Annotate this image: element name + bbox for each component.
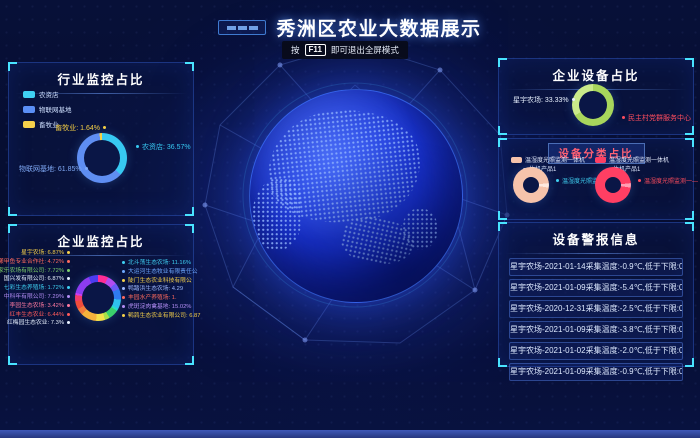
alarm-row: 星宇农场-2021-01-14采集温度:-0.9℃,低于下限:0℃ xyxy=(509,258,683,276)
legend-swatch xyxy=(23,121,35,128)
enterprise-share-label: 北斗荡生态农场: 11.16% xyxy=(119,261,191,267)
legend-item[interactable]: 农资店 xyxy=(23,89,72,99)
legend-label: 温湿度光照监测一体机 xyxy=(609,155,669,164)
panel-industry-monitor: 行业监控占比 农资店 物联网基地 畜牧业 xyxy=(8,62,194,216)
enterprise-labels-right: 北斗荡生态农场: 11.16% 大运河生态牧业有限责任公 陡门生态农业科技有限公… xyxy=(119,261,200,320)
corner-bracket xyxy=(498,138,507,147)
legend-item[interactable]: 温湿度光照监测一体机 xyxy=(595,155,669,164)
footer-bar xyxy=(0,430,700,438)
corner-bracket xyxy=(685,58,694,67)
donut-hole xyxy=(523,177,539,193)
panel-enterprise-monitor: 企业监控占比 星宇农场: 6.87% 石臼漾甲鱼专业合作社: 4.72% 家乐农… xyxy=(8,224,194,365)
legend-item[interactable]: 物联网基地 xyxy=(23,104,72,114)
corner-bracket xyxy=(685,358,694,367)
legend-swatch xyxy=(511,157,522,163)
brand-logo xyxy=(218,20,266,35)
corner-bracket xyxy=(185,356,194,365)
panel-title: 企业监控占比 xyxy=(9,231,193,250)
legend-label: 农资店 xyxy=(39,89,59,99)
alarm-row: 星宇农场-2020-12-31采集温度:-2.5℃,低于下限:0℃ xyxy=(509,300,683,318)
enterprise-share-label: 星宇农场: 6.87% xyxy=(21,251,73,257)
panel-device-classification: 设备分类占比 温湿度光照监测一体机 一体机产品1 温湿度光照监测一— 温湿度光照… xyxy=(498,138,694,220)
hint-suffix: 即可退出全屏模式 xyxy=(331,44,399,56)
donut-hole xyxy=(579,91,607,119)
corner-bracket xyxy=(185,62,194,71)
panel-device-alarms: 设备警报信息 星宇农场-2021-01-14采集温度:-0.9℃,低于下限:0℃… xyxy=(498,222,694,367)
enterprise-share-label: 石臼漾甲鱼专业合作社: 4.72% xyxy=(0,260,73,266)
corner-bracket xyxy=(685,211,694,220)
corner-bracket xyxy=(185,224,194,233)
f11-keycap: F11 xyxy=(305,44,326,56)
corner-bracket xyxy=(498,211,507,220)
divider xyxy=(505,253,687,254)
callout-label: 温湿度光照监测一— xyxy=(635,176,698,185)
fullscreen-hint: 按 F11 即可退出全屏模式 xyxy=(282,41,408,59)
corner-bracket xyxy=(8,207,17,216)
classification-donut-left[interactable] xyxy=(513,167,549,203)
callout-label: 畜牧业: 1.64% xyxy=(55,123,109,133)
corner-bracket xyxy=(8,62,17,71)
alarm-row: 星宇农场-2021-01-09采集温度:-5.4℃,低于下限:0℃ xyxy=(509,279,683,297)
corner-bracket xyxy=(498,222,507,231)
alarm-list: 星宇农场-2021-01-14采集温度:-0.9℃,低于下限:0℃ 星宇农场-2… xyxy=(499,258,693,381)
legend-swatch xyxy=(595,157,606,163)
enterprise-share-label: 红梅园生态农业: 7.3% xyxy=(7,321,73,327)
enterprise-share-label: 鸭踏浜生态农场: 4.29 xyxy=(119,287,183,293)
corner-bracket xyxy=(498,58,507,67)
panel-title: 行业监控占比 xyxy=(9,69,193,88)
enterprise-share-label: 中科年有限公司: 7.29% xyxy=(4,295,73,301)
header: 秀洲区农业大数据展示 xyxy=(0,14,700,41)
enterprise-share-label: 李园生态农场: 3.42% xyxy=(10,304,73,310)
corner-bracket xyxy=(498,358,507,367)
enterprise-share-label: 国兴发有限公司: 6.87% xyxy=(4,277,73,283)
enterprise-share-label: 七彩生态养殖场: 1.72% xyxy=(4,286,73,292)
panel-title: 设备警报信息 xyxy=(499,229,693,248)
enterprise-donut-chart[interactable] xyxy=(75,275,121,321)
legend-swatch xyxy=(23,91,35,98)
corner-bracket xyxy=(498,126,507,135)
donut-hole xyxy=(605,177,621,193)
hint-prefix: 按 xyxy=(291,44,300,56)
corner-bracket xyxy=(8,356,17,365)
enterprise-share-label: 家乐农场有限公司: 7.72% xyxy=(0,269,73,275)
legend-label: 温湿度光照监测一体机 xyxy=(525,155,585,164)
corner-bracket xyxy=(685,222,694,231)
corner-bracket xyxy=(685,126,694,135)
enterprise-share-label: 陡门生态农业科技有限公 xyxy=(119,279,192,285)
legend-label: 物联网基地 xyxy=(39,104,72,114)
earth-globe xyxy=(249,89,463,303)
corner-bracket xyxy=(685,138,694,147)
callout-label: 农资店: 36.57% xyxy=(133,142,191,152)
alarm-row: 星宇农场-2021-01-09采集温度:-0.9℃,低于下限:0℃ xyxy=(509,363,683,381)
enterprise-share-label: 大运河生态牧业有限责任公 xyxy=(119,270,198,276)
corner-bracket xyxy=(8,224,17,233)
classification-donut-right[interactable] xyxy=(595,167,631,203)
panel-equipment-ratio: 企业设备占比 星宇农场: 33.33% 民主村党群服务中心 xyxy=(498,58,694,135)
corner-bracket xyxy=(185,207,194,216)
legend-swatch xyxy=(23,106,35,113)
callout-label: 物联网基地: 61.85% xyxy=(19,164,91,174)
dashboard: 秀洲区农业大数据展示 按 F11 即可退出全屏模式 行业监控占比 农资店 物联网… xyxy=(0,0,700,438)
callout-label: 星宇农场: 33.33% xyxy=(513,95,578,105)
alarm-row: 星宇农场-2021-01-09采集温度:-3.8℃,低于下限:0℃ xyxy=(509,321,683,339)
callout-label: 民主村党群服务中心 xyxy=(619,113,691,123)
enterprise-share-label: 鹌鹑生态农业有限公司: 6.87 xyxy=(119,314,200,320)
legend-item[interactable]: 温湿度光照监测一体机 xyxy=(511,155,585,164)
donut-hole xyxy=(82,282,114,314)
alarm-row: 星宇农场-2021-01-02采集温度:-2.0℃,低于下限:0℃ xyxy=(509,342,683,360)
enterprise-labels-left: 星宇农场: 6.87% 石臼漾甲鱼专业合作社: 4.72% 家乐农场有限公司: … xyxy=(9,251,73,327)
page-title: 秀洲区农业大数据展示 xyxy=(276,14,481,41)
enterprise-share-label: 虎斑淀肉禽基地: 15.02% xyxy=(119,305,191,311)
industry-donut-chart[interactable] xyxy=(77,133,127,183)
globe-sheen xyxy=(250,90,462,302)
enterprise-share-label: 红丰生态农业: 6.44% xyxy=(10,313,73,319)
enterprise-share-label: 丰园水产养殖场: 1. xyxy=(119,296,177,302)
equipment-donut-chart[interactable] xyxy=(572,84,614,126)
panel-title: 企业设备占比 xyxy=(499,65,693,84)
